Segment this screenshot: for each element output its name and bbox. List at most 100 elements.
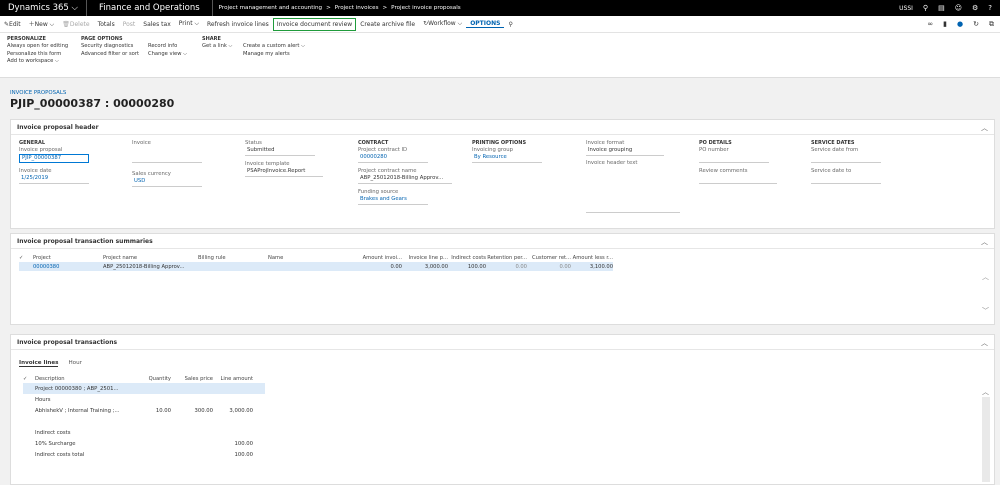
breadcrumb-module[interactable]: Project management and accounting (219, 5, 322, 11)
open-new-window-icon[interactable]: ⧉ (989, 20, 994, 29)
scroll-up-icon[interactable]: ︿ (982, 387, 990, 397)
invoice-date-field[interactable]: 1/25/2019 (19, 175, 89, 184)
status-group: Status Submitted Invoice template PSAPro… (245, 140, 323, 177)
invoice-proposal-field[interactable]: PJIP_00000387 (19, 154, 89, 163)
field-label: Project contract name (358, 168, 417, 174)
advanced-filter[interactable]: Advanced filter or sort (81, 51, 139, 58)
cell-project[interactable]: 00000380 (33, 264, 103, 270)
attachments-icon[interactable]: ● (957, 20, 963, 28)
service-date-from-field[interactable] (811, 154, 881, 163)
edit-button[interactable]: ✎Edit (0, 21, 25, 28)
col-amount-less[interactable]: Amount less r... (571, 255, 613, 261)
col-project-name[interactable]: Project name (103, 255, 198, 261)
list-item[interactable]: Indirect costs total 100.00 (23, 449, 265, 460)
col-indirect-costs[interactable]: Indirect costs (448, 255, 486, 261)
company-selector[interactable]: USSI (899, 5, 913, 12)
breadcrumb-project-invoices[interactable]: Project invoices (335, 5, 379, 11)
new-button[interactable]: ＋New ⌵ (25, 19, 59, 29)
post-button[interactable]: Post (119, 21, 140, 28)
security-diagnostics[interactable]: Security diagnostics (81, 43, 139, 50)
col-invoice-line[interactable]: Invoice line p... (402, 255, 448, 261)
delete-button[interactable]: 🗑Delete (58, 21, 93, 28)
scroll-up-icon[interactable]: ︿ (982, 272, 990, 282)
po-number-field[interactable] (699, 154, 769, 163)
page-options-group: PAGE OPTIONS Security diagnostics Advanc… (81, 36, 139, 58)
group-heading: CONTRACT (358, 140, 389, 146)
status-field[interactable]: Submitted (245, 147, 315, 156)
list-item[interactable]: Hours (23, 394, 265, 405)
collapse-icon[interactable]: ︿ (981, 338, 988, 348)
panel-header[interactable]: Invoice proposal transaction summaries (11, 234, 994, 249)
select-all-checkbox[interactable]: ✓ (19, 255, 33, 261)
always-open-editing[interactable]: Always open for editing (7, 43, 68, 50)
col-name[interactable]: Name (268, 255, 358, 261)
funding-source-field[interactable]: Brakes and Gears (358, 196, 428, 205)
product-menu[interactable]: Dynamics 365 ⌵ (0, 3, 86, 13)
contract-name-field[interactable]: ABP_25012018-Billing Approv... (358, 175, 452, 184)
refresh-lines-button[interactable]: Refresh invoice lines (203, 21, 273, 28)
col-project[interactable]: Project (33, 255, 103, 261)
col-sales-price[interactable]: Sales price (171, 376, 213, 382)
col-amount-invoiced[interactable]: Amount invoi... (358, 255, 402, 261)
collapse-icon[interactable]: ︿ (981, 123, 988, 133)
search-icon[interactable]: ⚲ (923, 4, 928, 12)
cell-retention: 0.00 (515, 263, 527, 270)
get-link[interactable]: Get a link ⌵ (202, 43, 233, 50)
workflow-button[interactable]: ↻Workflow ⌵ (419, 20, 466, 28)
col-customer-retention[interactable]: Customer ret... (527, 255, 571, 261)
table-row[interactable]: 00000380 ABP_25012018-Billing Approv... … (19, 262, 613, 271)
gear-icon[interactable]: ⚙ (972, 4, 978, 12)
col-line-amount[interactable]: Line amount (213, 376, 253, 382)
review-comments-field[interactable] (699, 175, 777, 184)
help-icon[interactable]: ? (988, 4, 992, 12)
invoice-document-review-button[interactable]: Invoice document review (272, 17, 357, 31)
action-search-icon[interactable]: ⚲ (504, 21, 516, 28)
collapse-icon[interactable]: ︿ (981, 237, 988, 247)
col-retention[interactable]: Retention per... (486, 255, 527, 261)
invoice-field[interactable] (132, 154, 202, 163)
create-archive-button[interactable]: Create archive file (356, 21, 419, 28)
group-heading: PRINTING OPTIONS (472, 140, 527, 146)
sales-tax-button[interactable]: Sales tax (139, 21, 174, 28)
tab-invoice-lines[interactable]: Invoice lines (19, 360, 59, 367)
messages-icon[interactable]: ▤ (938, 4, 945, 12)
vertical-scrollbar[interactable]: ︿ (982, 387, 990, 482)
action-pane: ✎Edit ＋New ⌵ 🗑Delete Totals Post Sales t… (0, 16, 1000, 33)
list-item[interactable]: Project 00000380 ; ABP_2501... (23, 383, 265, 394)
print-button[interactable]: Print ⌵ (175, 20, 203, 28)
service-date-to-field[interactable] (811, 175, 881, 184)
create-custom-alert[interactable]: Create a custom alert ⌵ (243, 43, 305, 50)
change-view[interactable]: Change view ⌵ (148, 51, 187, 58)
panel-header[interactable]: Invoice proposal header (11, 120, 994, 135)
invoice-lines-grid: ✓ Description Quantity Sales price Line … (23, 374, 265, 460)
breadcrumb-proposals[interactable]: Project invoice proposals (391, 5, 461, 11)
page-caption[interactable]: INVOICE PROPOSALS (10, 90, 174, 96)
personalize-form[interactable]: Personalize this form (7, 51, 68, 58)
office-icon[interactable]: ▮ (943, 20, 947, 28)
link-icon[interactable]: ∞ (927, 20, 933, 28)
panel-header[interactable]: Invoice proposal transactions (11, 335, 994, 350)
manage-alerts[interactable]: Manage my alerts (243, 51, 305, 58)
invoice-format-field[interactable]: Invoice grouping (586, 147, 664, 156)
select-all-checkbox[interactable]: ✓ (23, 376, 35, 382)
col-description[interactable]: Description (35, 376, 135, 382)
add-to-workspace[interactable]: Add to workspace ⌵ (7, 58, 68, 65)
tab-options[interactable]: OPTIONS (466, 20, 505, 28)
invoice-template-field[interactable]: PSAProjInvoice.Report (245, 168, 323, 177)
invoice-header-text-field[interactable] (586, 167, 680, 213)
sales-currency-field[interactable]: USD (132, 178, 202, 187)
smiley-icon[interactable]: ☺ (955, 4, 962, 12)
invoicing-group-field[interactable]: By Resource (472, 154, 542, 163)
col-quantity[interactable]: Quantity (135, 376, 171, 382)
record-info[interactable]: Record info (148, 43, 187, 50)
refresh-icon[interactable]: ↻ (973, 20, 979, 28)
col-billing-rule[interactable]: Billing rule (198, 255, 268, 261)
list-item[interactable]: 10% Surcharge 100.00 (23, 438, 265, 449)
scroll-down-icon[interactable]: ﹀ (982, 306, 990, 316)
list-item[interactable]: AbhishekV ; Internal Training ;... 10.00… (23, 405, 265, 416)
list-item[interactable]: Indirect costs (23, 427, 265, 438)
vertical-scrollbar[interactable]: ︿ ﹀ (982, 272, 990, 320)
contract-id-field[interactable]: 00000280 (358, 154, 428, 163)
totals-button[interactable]: Totals (94, 21, 119, 28)
tab-hour[interactable]: Hour (68, 360, 81, 367)
